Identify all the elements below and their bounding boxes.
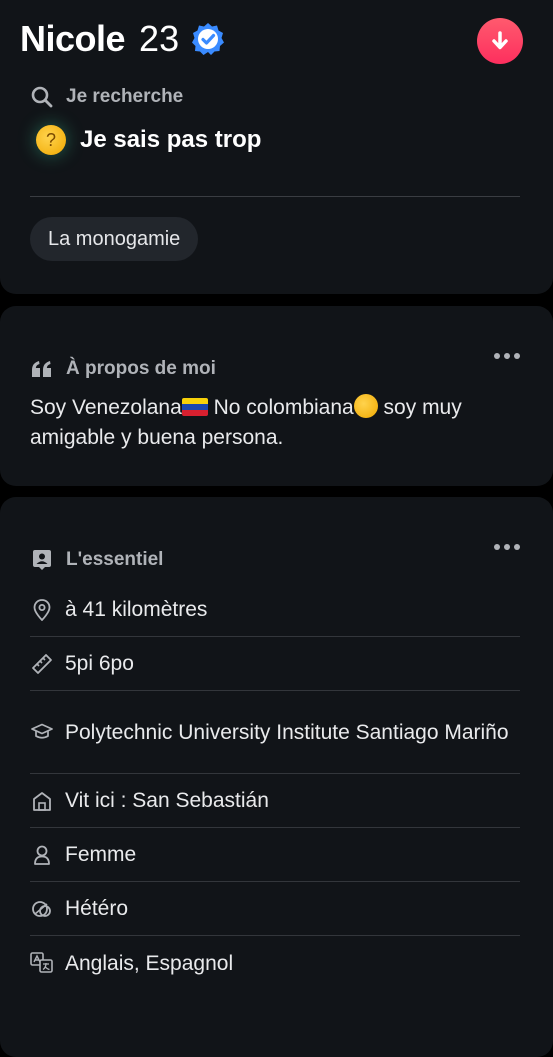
graduation-cap-icon <box>30 723 54 741</box>
collapse-profile-button[interactable] <box>477 18 523 64</box>
seeking-heading: Je recherche <box>30 85 183 109</box>
about-heading: À propos de moi <box>30 357 216 381</box>
seeking-heading-label: Je recherche <box>66 86 184 107</box>
about-text-part2: No colombiana <box>207 396 354 419</box>
essentials-item-languages: Anglais, Espagnol <box>30 936 520 990</box>
orientation-icon <box>30 898 54 920</box>
essentials-heading: L'essentiel <box>30 548 163 572</box>
search-icon <box>30 85 54 109</box>
essentials-item-gender: Femme <box>30 828 520 882</box>
relationship-type-chip: La monogamie <box>30 217 199 261</box>
essentials-item-location: Vit ici : San Sebastián <box>30 774 520 828</box>
distance-label: à 41 kilomètres <box>65 598 208 621</box>
about-text: Soy Venezolana No colombiana soy muy ami… <box>30 393 520 453</box>
orientation-label: Hétéro <box>65 897 129 920</box>
essentials-item-orientation: Hétéro <box>30 882 520 936</box>
profile-header-card: Nicole 23 Je recherche ? Je sais pas tro… <box>0 0 553 294</box>
quote-icon <box>30 357 54 381</box>
home-icon <box>30 791 54 811</box>
about-more-options-icon[interactable] <box>494 353 520 359</box>
languages-label: Anglais, Espagnol <box>65 951 234 975</box>
about-heading-label: À propos de moi <box>66 358 216 379</box>
seeking-value: ? Je sais pas trop <box>36 125 261 155</box>
laughing-face-icon <box>353 394 378 418</box>
profile-card-icon <box>30 548 54 572</box>
lives-in-label: Vit ici : San Sebastián <box>65 789 269 812</box>
about-text-part1: Soy Venezolana <box>30 396 182 419</box>
venezuela-flag-icon <box>181 398 208 416</box>
verified-badge-icon <box>192 23 225 55</box>
person-icon <box>30 845 54 865</box>
essentials-item-height: 5pi 6po <box>30 637 520 691</box>
translate-icon <box>30 952 54 974</box>
thinking-face-icon: ? <box>36 125 66 155</box>
essentials-list: à 41 kilomètres 5pi 6po Polytechnic Univ… <box>30 583 520 990</box>
gender-label: Femme <box>65 843 137 866</box>
profile-name: Nicole <box>20 18 126 59</box>
divider <box>30 196 520 197</box>
ruler-icon <box>30 653 54 675</box>
essentials-item-distance: à 41 kilomètres <box>30 583 520 637</box>
essentials-heading-label: L'essentiel <box>66 549 164 570</box>
arrow-down-icon <box>492 31 508 50</box>
essentials-item-education: Polytechnic University Institute Santiag… <box>30 691 520 774</box>
seeking-value-label: Je sais pas trop <box>80 126 262 153</box>
profile-age: 23 <box>139 18 180 59</box>
location-pin-icon <box>30 598 54 621</box>
essentials-more-options-icon[interactable] <box>494 544 520 550</box>
name-row: Nicole 23 <box>20 18 225 60</box>
height-label: 5pi 6po <box>65 652 134 675</box>
education-label: Polytechnic University Institute Santiag… <box>65 720 509 744</box>
